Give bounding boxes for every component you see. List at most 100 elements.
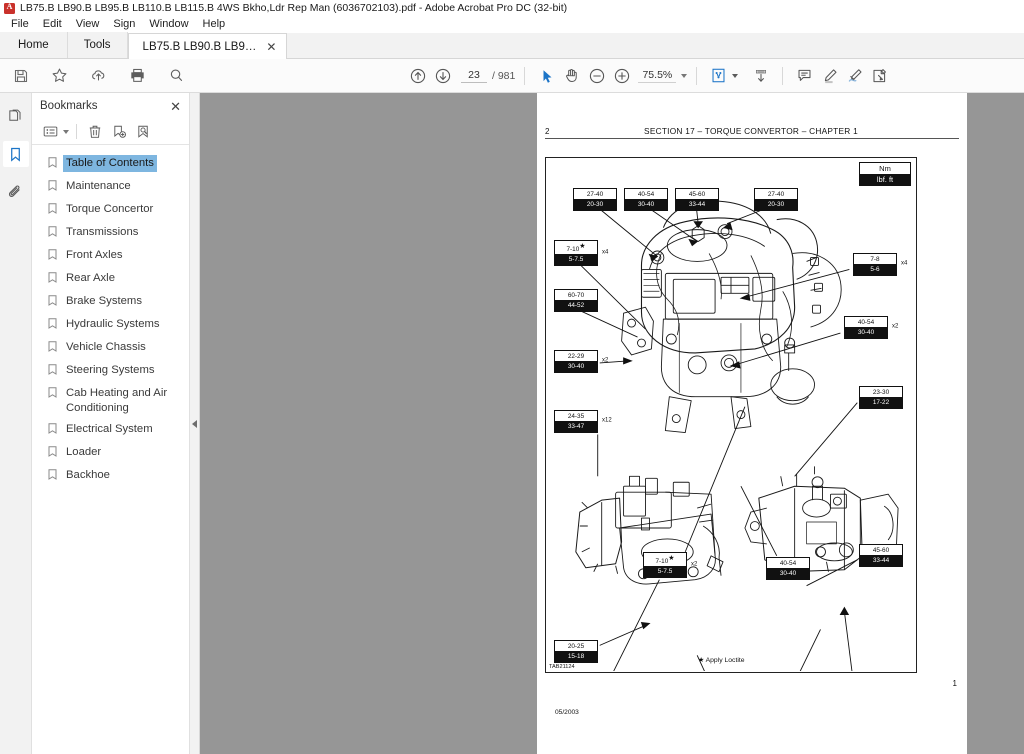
bookmark-item[interactable]: Electrical System	[32, 419, 189, 442]
torque-nm: 45-60	[676, 189, 718, 200]
bookmark-label: Vehicle Chassis	[66, 341, 146, 353]
torque-multiplier: x2	[691, 561, 698, 568]
pdf-page: 2 SECTION 17 – TORQUE CONVERTOR – CHAPTE…	[537, 93, 967, 754]
navigation-rail	[0, 93, 32, 754]
attachments-icon[interactable]	[3, 179, 29, 205]
tab-strip: Home Tools LB75.B LB90.B LB9… ✕	[0, 32, 1024, 59]
search-icon[interactable]	[164, 63, 189, 88]
tab-document[interactable]: LB75.B LB90.B LB9… ✕	[127, 33, 288, 59]
menu-view[interactable]: View	[69, 16, 107, 33]
bookmark-icon	[48, 318, 57, 334]
menu-sign[interactable]: Sign	[106, 16, 142, 33]
bookmarks-panel-header: Bookmarks ✕	[32, 93, 189, 119]
bookmark-icon	[48, 446, 57, 462]
torque-lbf: 30-40	[767, 568, 809, 579]
fit-page-control[interactable]	[706, 63, 739, 88]
bookmark-label: Torque Concertor	[66, 203, 154, 215]
hand-icon[interactable]	[559, 63, 584, 88]
menu-file[interactable]: File	[4, 16, 36, 33]
tab-tools[interactable]: Tools	[67, 32, 128, 58]
menu-help[interactable]: Help	[196, 16, 233, 33]
cursor-arrow-icon[interactable]	[534, 63, 559, 88]
bookmarks-icon[interactable]	[2, 141, 29, 167]
edit-bookmark-icon[interactable]	[132, 122, 154, 142]
save-icon[interactable]	[8, 63, 33, 88]
bookmark-item[interactable]: Maintenance	[32, 176, 189, 199]
torque-lbf: 30-40	[845, 327, 887, 338]
menu-window[interactable]: Window	[142, 16, 195, 33]
page-navigation: / 981	[461, 68, 515, 83]
bookmark-item[interactable]: Front Axles	[32, 245, 189, 268]
bookmark-item[interactable]: Hydraulic Systems	[32, 314, 189, 337]
bookmark-label: Steering Systems	[66, 364, 155, 376]
zoom-level-control[interactable]: 75.5%	[638, 69, 688, 83]
print-icon[interactable]	[125, 63, 150, 88]
torque-lbf: 20-30	[574, 199, 616, 210]
bookmark-label: Backhoe	[66, 469, 110, 481]
bookmark-label: Front Axles	[66, 249, 123, 261]
previous-page-icon[interactable]	[405, 63, 430, 88]
torque-lbf: 33-44	[860, 555, 902, 566]
torque-callout: 22-29 30-40 x2	[554, 350, 608, 373]
zoom-in-icon[interactable]	[609, 63, 634, 88]
bookmark-item[interactable]: Backhoe	[32, 465, 189, 488]
highlight-icon[interactable]	[817, 63, 842, 88]
cloud-upload-icon[interactable]	[86, 63, 111, 88]
bookmark-item[interactable]: Transmissions	[32, 222, 189, 245]
bookmark-item[interactable]: Cab Heating and Air Conditioning	[32, 383, 189, 419]
torque-callout: 20-25 15-18	[554, 640, 598, 663]
torque-nm: 60-70	[555, 290, 597, 301]
bookmark-item[interactable]: Vehicle Chassis	[32, 337, 189, 360]
unit-legend: Nm lbf. ft	[859, 162, 911, 186]
bookmark-item[interactable]: Rear Axle	[32, 268, 189, 291]
bookmark-item[interactable]: Table of Contents	[32, 153, 189, 176]
bookmark-item[interactable]: Torque Concertor	[32, 199, 189, 222]
panel-collapse-handle[interactable]	[190, 93, 200, 754]
torque-multiplier: x12	[602, 417, 612, 424]
window-title: LB75.B LB90.B LB95.B LB110.B LB115.B 4WS…	[20, 2, 568, 14]
leader-lines	[576, 205, 858, 672]
fit-page-icon[interactable]	[706, 63, 731, 88]
bookmark-label: Table of Contents	[63, 155, 157, 172]
tab-home[interactable]: Home	[0, 32, 68, 58]
torque-nm: 40-54	[767, 558, 809, 569]
options-menu-icon[interactable]	[39, 122, 61, 142]
torque-lbf: 33-44	[676, 199, 718, 210]
bookmark-label: Transmissions	[66, 226, 139, 238]
page-thumbnails-icon[interactable]	[3, 103, 29, 129]
torque-lbf: 30-40	[555, 361, 597, 372]
bookmark-item[interactable]: Steering Systems	[32, 360, 189, 383]
torque-nm: 20-25	[555, 641, 597, 652]
zoom-out-icon[interactable]	[584, 63, 609, 88]
torque-multiplier: x4	[602, 249, 609, 256]
close-panel-icon[interactable]: ✕	[170, 100, 181, 113]
torque-callout: 7-10★ 5-7.5 x2	[643, 552, 697, 578]
page-number-right: 1	[952, 679, 957, 688]
chevron-down-icon[interactable]	[681, 73, 688, 78]
bookmark-label: Maintenance	[66, 180, 131, 192]
main-toolbar: / 981 75.5%	[0, 59, 1024, 93]
delete-bookmark-icon[interactable]	[84, 122, 106, 142]
new-bookmark-icon[interactable]	[108, 122, 130, 142]
bookmark-item[interactable]: Loader	[32, 442, 189, 465]
next-page-icon[interactable]	[430, 63, 455, 88]
comment-icon[interactable]	[792, 63, 817, 88]
star-icon[interactable]	[47, 63, 72, 88]
fit-page-chevron-down-icon[interactable]	[732, 73, 739, 78]
torque-callout: 40-54 30-40	[766, 557, 810, 580]
sign-icon[interactable]	[842, 63, 867, 88]
menu-edit[interactable]: Edit	[36, 16, 69, 33]
bookmark-item[interactable]: Brake Systems	[32, 291, 189, 314]
torque-callout: 7-10★ 5-7.5 x4	[554, 240, 608, 266]
bookmark-icon	[48, 157, 57, 173]
main-body: Bookmarks ✕ Table of Contents Maintenanc…	[0, 93, 1024, 754]
stamp-icon[interactable]	[867, 63, 892, 88]
options-chevron-down-icon[interactable]	[63, 129, 69, 134]
document-viewer[interactable]: 2 SECTION 17 – TORQUE CONVERTOR – CHAPTE…	[200, 93, 1024, 754]
page-number-input[interactable]	[461, 68, 487, 83]
scroll-down-icon[interactable]	[748, 63, 773, 88]
torque-nm: 40-54	[845, 317, 887, 328]
bookmark-label: Loader	[66, 446, 102, 458]
bookmark-icon	[48, 249, 57, 265]
close-tab-icon[interactable]: ✕	[264, 41, 278, 53]
